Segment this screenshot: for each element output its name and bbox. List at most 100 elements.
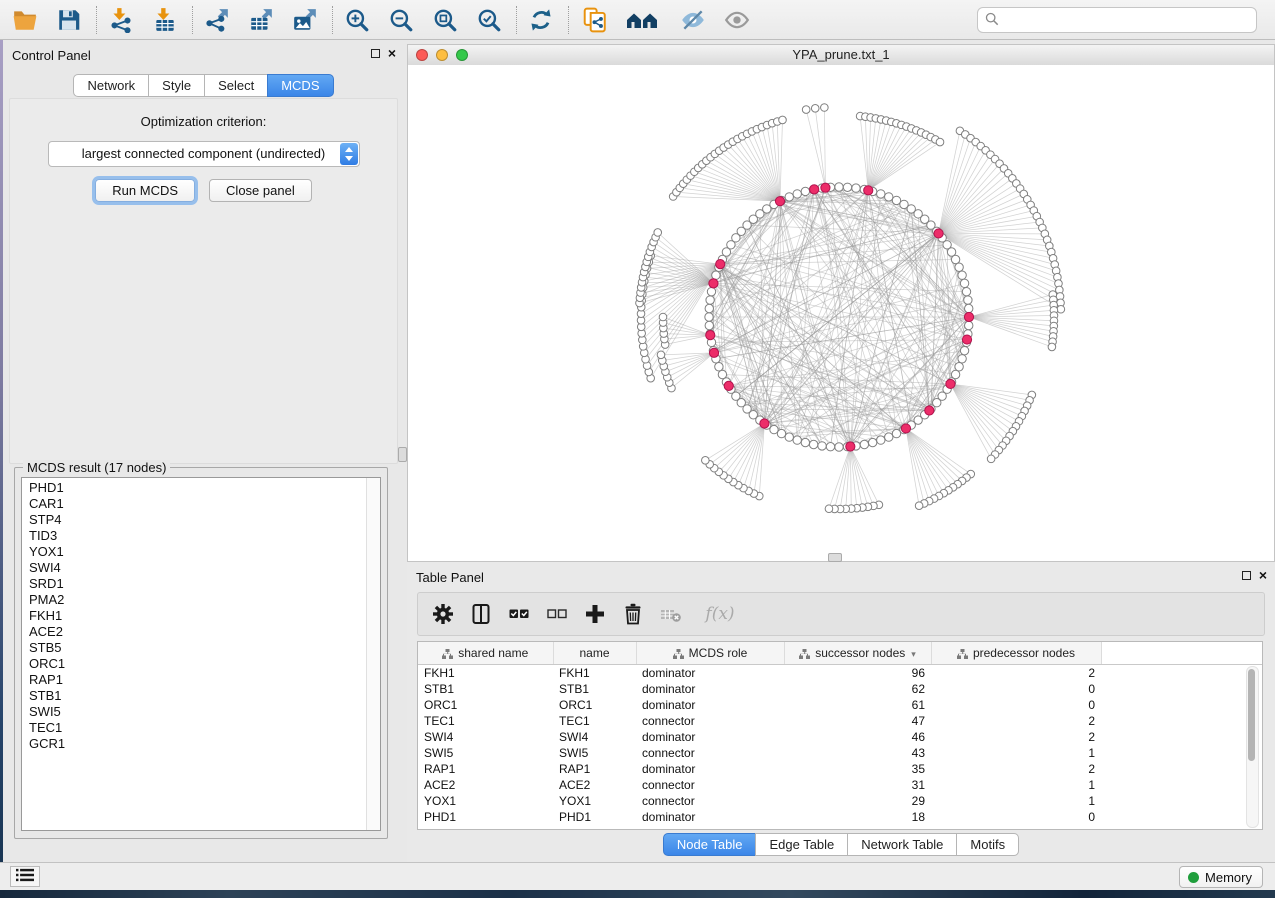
mcds-result-item[interactable]: TEC1 xyxy=(29,720,366,736)
table-row[interactable]: SWI5SWI5connector431 xyxy=(418,745,1262,761)
select-all-button[interactable] xyxy=(506,601,534,627)
export-image-button[interactable] xyxy=(288,3,324,37)
export-network-button[interactable] xyxy=(200,3,236,37)
table-row[interactable]: ORC1ORC1dominator610 xyxy=(418,697,1262,713)
close-table-panel-button[interactable]: × xyxy=(1259,570,1267,581)
tab-mcds[interactable]: MCDS xyxy=(267,74,333,97)
function-builder-button[interactable]: f(x) xyxy=(700,601,740,627)
tab-motifs[interactable]: Motifs xyxy=(956,833,1019,856)
save-button[interactable] xyxy=(52,3,88,37)
network-canvas[interactable] xyxy=(408,65,1274,561)
zoom-selected-button[interactable] xyxy=(472,3,508,37)
import-network-icon xyxy=(108,7,134,33)
column-header-shared-name[interactable]: shared name xyxy=(418,642,553,665)
column-header-successor-nodes[interactable]: successor nodes▾ xyxy=(784,642,931,665)
mcds-result-item[interactable]: ACE2 xyxy=(29,624,366,640)
mcds-result-item[interactable]: STB1 xyxy=(29,688,366,704)
mcds-result-item[interactable]: YOX1 xyxy=(29,544,366,560)
mcds-result-list[interactable]: PHD1CAR1STP4TID3YOX1SWI4SRD1PMA2FKH1ACE2… xyxy=(22,480,366,830)
window-zoom-button[interactable] xyxy=(456,49,468,61)
mcds-result-item[interactable]: SWI5 xyxy=(29,704,366,720)
tab-node-table[interactable]: Node Table xyxy=(663,833,757,856)
mcds-result-item[interactable]: SWI4 xyxy=(29,560,366,576)
delete-column-button[interactable] xyxy=(620,601,648,627)
network-window-titlebar[interactable]: YPA_prune.txt_1 xyxy=(408,45,1274,66)
table-settings-button[interactable] xyxy=(430,601,458,627)
table-row[interactable]: FKH1FKH1dominator962 xyxy=(418,665,1262,682)
table-row[interactable]: TEC1TEC1connector472 xyxy=(418,713,1262,729)
export-table-button[interactable] xyxy=(244,3,280,37)
search-input[interactable] xyxy=(1004,9,1252,31)
mcds-result-item[interactable]: TID3 xyxy=(29,528,366,544)
zoom-out-button[interactable] xyxy=(384,3,420,37)
first-neighbors-button[interactable] xyxy=(622,3,668,37)
table-scrollbar-thumb[interactable] xyxy=(1248,669,1255,761)
search-icon xyxy=(985,12,999,26)
mcds-result-item[interactable]: PHD1 xyxy=(29,480,366,496)
zoom-fit-button[interactable] xyxy=(428,3,464,37)
node-table[interactable]: shared name name MCDS role successor nod… xyxy=(417,641,1263,830)
tab-network[interactable]: Network xyxy=(73,74,149,97)
tab-edge-table[interactable]: Edge Table xyxy=(755,833,848,856)
open-file-button[interactable] xyxy=(8,3,44,37)
mcds-result-item[interactable]: RAP1 xyxy=(29,672,366,688)
table-row[interactable]: YOX1YOX1connector291 xyxy=(418,793,1262,809)
memory-button[interactable]: Memory xyxy=(1179,866,1263,888)
open-folder-icon xyxy=(12,7,38,33)
close-panel-button[interactable]: × xyxy=(388,48,396,59)
import-network-button[interactable] xyxy=(104,3,140,37)
optimization-criterion-select[interactable]: largest connected component (undirected) xyxy=(48,141,360,167)
fx-icon: f(x) xyxy=(705,604,734,624)
mcds-result-item[interactable]: GCR1 xyxy=(29,736,366,752)
column-view-button[interactable] xyxy=(468,601,496,627)
float-panel-button[interactable] xyxy=(371,49,380,58)
window-minimize-button[interactable] xyxy=(436,49,448,61)
unchecked-boxes-icon xyxy=(545,602,569,626)
zoom-in-button[interactable] xyxy=(340,3,376,37)
mcds-result-item[interactable]: PMA2 xyxy=(29,592,366,608)
table-row[interactable]: STB1STB1dominator620 xyxy=(418,681,1262,697)
task-history-button[interactable] xyxy=(10,866,40,887)
table-panel-header: Table Panel × xyxy=(407,562,1275,590)
refresh-button[interactable] xyxy=(524,3,560,37)
window-close-button[interactable] xyxy=(416,49,428,61)
mcds-result-item[interactable]: STB5 xyxy=(29,640,366,656)
table-row[interactable]: RAP1RAP1dominator352 xyxy=(418,761,1262,777)
shared-column-icon xyxy=(957,649,968,659)
table-row[interactable]: PHD1PHD1dominator180 xyxy=(418,809,1262,825)
status-bar: Memory xyxy=(0,862,1275,890)
column-header-mcds-role[interactable]: MCDS role xyxy=(636,642,784,665)
table-row[interactable]: ACE2ACE2connector311 xyxy=(418,777,1262,793)
mcds-result-item[interactable]: ORC1 xyxy=(29,656,366,672)
mcds-list-scrollbar[interactable] xyxy=(366,478,380,830)
network-window-title: YPA_prune.txt_1 xyxy=(408,45,1274,64)
float-table-panel-button[interactable] xyxy=(1242,571,1251,580)
table-scrollbar[interactable] xyxy=(1246,666,1259,828)
hide-selected-button[interactable] xyxy=(676,3,712,37)
horizontal-splitter-handle[interactable] xyxy=(828,553,842,562)
control-panel: Control Panel × Network Style Select MCD… xyxy=(3,40,404,862)
tab-select[interactable]: Select xyxy=(204,74,268,97)
import-table-button[interactable] xyxy=(148,3,184,37)
eye-slash-icon xyxy=(680,7,706,33)
show-all-button[interactable] xyxy=(720,3,756,37)
duplicate-network-button[interactable] xyxy=(578,3,614,37)
column-header-predecessor-nodes[interactable]: predecessor nodes xyxy=(931,642,1101,665)
list-icon xyxy=(16,868,34,882)
deselect-all-button[interactable] xyxy=(544,601,572,627)
delete-table-icon xyxy=(659,602,683,626)
column-header-name[interactable]: name xyxy=(553,642,636,665)
tab-style[interactable]: Style xyxy=(148,74,205,97)
mcds-result-item[interactable]: FKH1 xyxy=(29,608,366,624)
mcds-result-item[interactable]: CAR1 xyxy=(29,496,366,512)
mcds-result-item[interactable]: SRD1 xyxy=(29,576,366,592)
delete-table-button[interactable] xyxy=(658,601,686,627)
table-row[interactable]: SWI4SWI4dominator462 xyxy=(418,729,1262,745)
table-panel-title: Table Panel xyxy=(416,570,484,585)
mcds-result-item[interactable]: STP4 xyxy=(29,512,366,528)
tab-network-table[interactable]: Network Table xyxy=(847,833,957,856)
add-column-button[interactable] xyxy=(582,601,610,627)
vertical-splitter-handle[interactable] xyxy=(398,447,407,462)
close-panel-button-mcds[interactable]: Close panel xyxy=(209,179,312,202)
run-mcds-button[interactable]: Run MCDS xyxy=(95,179,195,202)
